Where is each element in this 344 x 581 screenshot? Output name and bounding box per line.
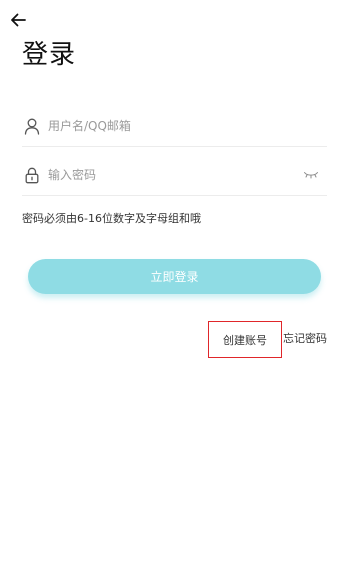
eye-closed-icon[interactable] [301,167,321,183]
username-field [22,106,327,147]
password-field [22,155,327,196]
arrow-left-icon [11,13,26,27]
username-input[interactable] [48,114,278,138]
lock-icon [23,166,41,184]
create-account-link[interactable]: 创建账号 [208,321,282,358]
back-button[interactable] [7,9,29,31]
forgot-password-link[interactable]: 忘记密码 [283,331,327,347]
page-title: 登录 [22,40,77,70]
password-hint: 密码必须由6-16位数字及字母组和哦 [22,212,201,225]
login-page: 登录 密码必须由6-16位数字及字母组和 [0,0,344,581]
password-input[interactable] [48,163,278,187]
login-button[interactable]: 立即登录 [28,259,321,294]
user-icon [23,117,41,135]
